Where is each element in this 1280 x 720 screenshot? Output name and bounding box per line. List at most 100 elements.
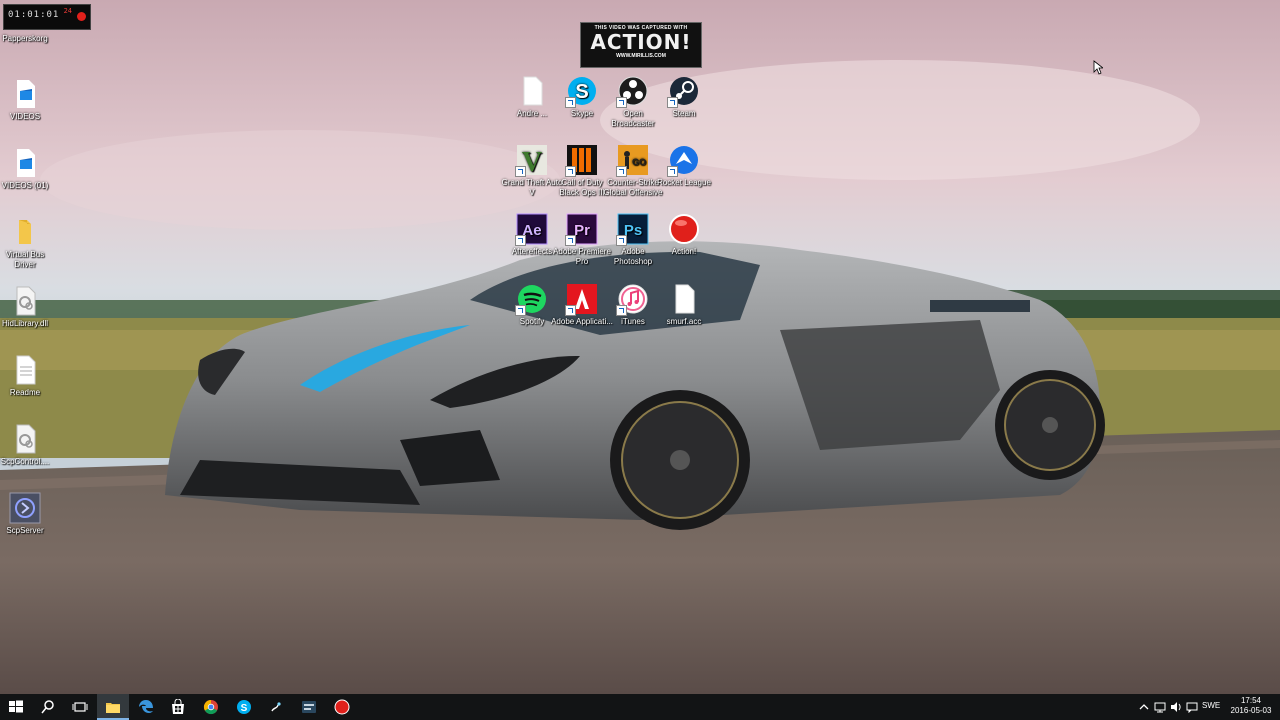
desktop-icon-readme[interactable]: Readme (0, 354, 56, 398)
taskbar-clock[interactable]: 17:54 2016-05-03 (1228, 696, 1274, 716)
taskbar: S SWE 17:54 2016-05-03 (0, 694, 1280, 720)
chrome-icon (203, 699, 218, 715)
start-icon (9, 700, 23, 713)
action-watermark: THIS VIDEO WAS CAPTURED WITH ACTION! WWW… (580, 22, 702, 68)
text-file-icon (9, 354, 41, 386)
desktop-icon-label: Action! (671, 247, 697, 256)
shortcut-arrow-icon (667, 166, 678, 177)
volume-icon (1171, 702, 1181, 712)
shortcut-arrow-icon (616, 97, 627, 108)
desktop-icon-recycle-bin[interactable]: Papperskorg (0, 18, 56, 44)
steam-icon (667, 75, 700, 108)
desktop-icon-label: Rocket League (657, 178, 711, 187)
desktop-icon-virtual-bus-driver[interactable]: Virtual Bus Driver (0, 216, 56, 270)
file-explorer-button[interactable] (97, 694, 129, 720)
input-language-indicator[interactable]: SWE (1202, 701, 1220, 710)
message-icon (1186, 702, 1198, 713)
csgo-icon: GO (616, 144, 649, 177)
dll-file-icon (9, 285, 41, 317)
chevron-up-icon (1139, 704, 1149, 710)
shortcut-arrow-icon (565, 97, 576, 108)
itunes-icon (616, 283, 649, 316)
clock-date: 2016-05-03 (1230, 706, 1272, 715)
desktop-icon-steam[interactable]: Steam (653, 75, 715, 119)
desktop-icon-label: VIDEOS (9, 112, 41, 121)
network-icon (1154, 702, 1166, 713)
start-button[interactable] (0, 694, 32, 720)
desktop-icon-label: Readme (9, 388, 41, 397)
text-file-icon (668, 283, 700, 315)
shortcut-arrow-icon (616, 305, 627, 316)
desktop-icon-scpserver[interactable]: ScpServer (0, 492, 56, 536)
search-button[interactable] (32, 694, 64, 720)
cod-icon (565, 144, 598, 177)
desktop-icon-videos[interactable]: VIDEOS (0, 78, 56, 122)
action-icon (334, 699, 350, 715)
gta-icon: V (515, 144, 548, 177)
recycle-bin-icon (9, 18, 41, 32)
tray-notification-button[interactable] (1185, 694, 1199, 720)
desktop-icon-label: HidLibrary.dll (1, 319, 49, 328)
steam-taskbar-button[interactable] (293, 694, 325, 720)
folder-icon (9, 216, 41, 248)
after-effects-icon: Ae (515, 213, 548, 246)
mouse-cursor-icon (1093, 60, 1103, 75)
obs-taskbar-button[interactable] (261, 694, 293, 720)
shortcut-arrow-icon (616, 235, 627, 246)
edge-button[interactable] (130, 694, 162, 720)
desktop-icon-videos-01[interactable]: VIDEOS (01) (0, 147, 56, 191)
spotify-icon (515, 283, 548, 316)
desktop-icon-action[interactable]: Action! (653, 213, 715, 257)
shortcut-arrow-icon (565, 235, 576, 246)
task-view-icon (72, 702, 88, 712)
action-icon (668, 213, 700, 245)
store-button[interactable] (162, 694, 194, 720)
tray-network-button[interactable] (1153, 694, 1167, 720)
dll-file-icon (9, 423, 41, 455)
desktop-icon-label: ScpControl.... (0, 457, 50, 466)
shortcut-arrow-icon (616, 166, 627, 177)
text-file-icon (516, 75, 548, 107)
scp-server-icon (9, 492, 41, 524)
file-explorer-icon (106, 703, 120, 713)
desktop-icon-scpcontrol[interactable]: ScpControl.... (0, 423, 56, 467)
desktop-icon-label: Papperskorg (2, 34, 48, 43)
obs-icon (616, 75, 649, 108)
desktop-icon-hidlibrary[interactable]: HidLibrary.dll (0, 285, 56, 329)
steam-icon (302, 701, 316, 713)
task-view-button[interactable] (64, 694, 96, 720)
premiere-icon: Pr (565, 213, 598, 246)
shortcut-arrow-icon (565, 166, 576, 177)
action-taskbar-button[interactable] (326, 694, 358, 720)
photoshop-icon: Ps (616, 213, 649, 246)
recording-fps: 24 (63, 7, 72, 15)
svg-text:S: S (241, 703, 248, 714)
shortcut-arrow-icon (565, 305, 576, 316)
skype-taskbar-button[interactable]: S (228, 694, 260, 720)
search-icon (41, 700, 54, 714)
obs-icon (271, 702, 281, 712)
desktop-icon-smurf-acc[interactable]: smurf.acc (653, 283, 715, 327)
store-icon (172, 699, 184, 714)
skype-icon: S (237, 700, 251, 714)
adobe-icon (565, 283, 598, 316)
tray-volume-button[interactable] (1169, 694, 1183, 720)
shortcut-arrow-icon (515, 166, 526, 177)
shortcut-arrow-icon (515, 305, 526, 316)
show-hidden-icons-button[interactable] (1138, 694, 1150, 720)
desktop-icon-label: smurf.acc (666, 317, 702, 326)
desktop-icon-rocket-league[interactable]: Rocket League (653, 144, 715, 188)
desktop-icon-label: VIDEOS (01) (1, 181, 49, 190)
svg-text:GO: GO (632, 157, 646, 167)
shortcut-arrow-icon (515, 235, 526, 246)
video-file-icon (9, 147, 41, 179)
edge-icon (139, 700, 153, 713)
video-file-icon (9, 78, 41, 110)
desktop-icon-label: Steam (672, 109, 696, 118)
rocket-league-icon (667, 144, 700, 177)
clock-time: 17:54 (1240, 696, 1262, 705)
svg-text:Pr: Pr (574, 222, 590, 239)
watermark-brand: ACTION! (590, 30, 692, 54)
chrome-button[interactable] (195, 694, 227, 720)
skype-icon: S (565, 75, 598, 108)
